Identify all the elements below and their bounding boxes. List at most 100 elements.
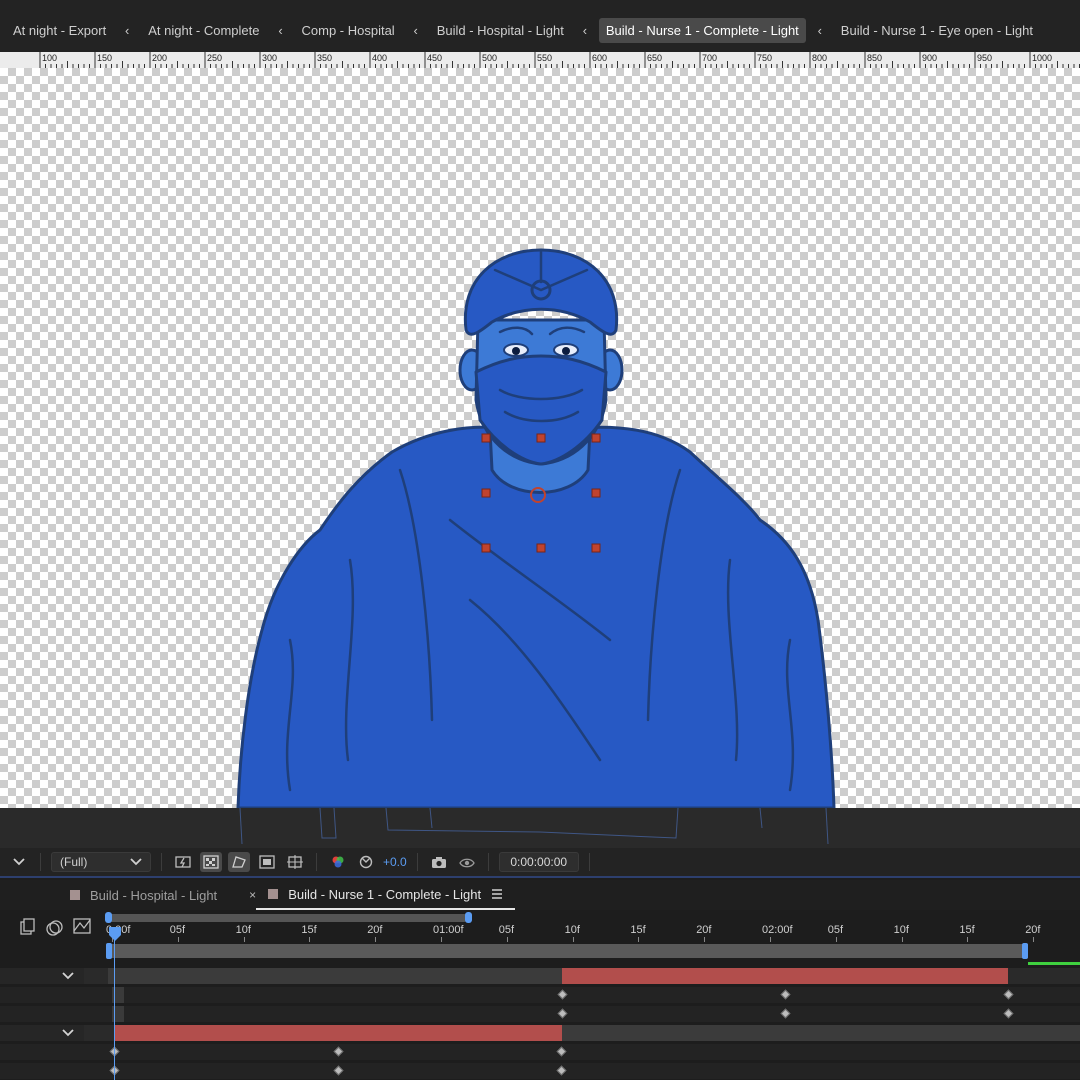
property-row[interactable]	[0, 1006, 1080, 1022]
breadcrumb-comp-hospital[interactable]: Comp - Hospital	[295, 18, 402, 43]
render-status-line	[1028, 962, 1080, 965]
toolbar-divider	[487, 853, 489, 871]
timeline-ruler-tick	[967, 937, 969, 942]
ruler-label: 450	[427, 53, 442, 63]
timeline-ruler-tick	[441, 937, 442, 942]
time-navigator-start-handle[interactable]	[105, 912, 112, 923]
layer-duration-bar-empty[interactable]	[108, 968, 562, 984]
keyframe[interactable]	[780, 989, 791, 1000]
layer-duration-bar[interactable]	[562, 968, 1008, 984]
work-area-start-handle[interactable]	[106, 943, 112, 959]
region-of-interest-icon[interactable]	[256, 852, 278, 872]
work-area-bar[interactable]	[108, 944, 1028, 958]
layer-row[interactable]	[0, 968, 1080, 984]
property-row[interactable]	[0, 987, 1080, 1003]
timeline-ruler-label: 10f	[893, 924, 909, 936]
timeline-ruler-label: 01:00f	[433, 924, 464, 936]
reset-exposure-icon[interactable]	[355, 852, 377, 872]
tab-label: Build - Nurse 1 - Complete - Light	[288, 886, 482, 902]
show-snapshot-icon[interactable]	[456, 852, 478, 872]
exposure-value[interactable]: +0.0	[383, 855, 407, 869]
keyframe[interactable]	[333, 1065, 344, 1076]
ruler-label: 700	[702, 53, 717, 63]
keyframe[interactable]	[1003, 989, 1014, 1000]
timeline-ruler-label: 20f	[1025, 924, 1041, 936]
ruler-label: 600	[592, 53, 607, 63]
timeline-ruler-label: 15f	[959, 924, 975, 936]
ruler-label: 650	[647, 53, 662, 63]
timeline-tab-bar: Build - Hospital - Light × Build - Nurse…	[0, 880, 1080, 910]
breadcrumb-build-hospital-light[interactable]: Build - Hospital - Light	[430, 18, 571, 43]
toolbar-divider	[416, 853, 418, 871]
timeline-ruler-label: 10f	[564, 924, 580, 936]
hamburger-menu-icon[interactable]	[491, 889, 503, 899]
chevron-down-icon[interactable]	[8, 852, 30, 872]
keyframe[interactable]	[557, 1008, 568, 1019]
timeline-ruler-tick	[901, 937, 903, 942]
work-area-end-handle[interactable]	[1022, 943, 1028, 959]
keyframe[interactable]	[557, 989, 568, 1000]
playhead-handle-icon[interactable]	[108, 926, 122, 942]
property-row[interactable]	[0, 1063, 1080, 1079]
timeline-ruler-tick	[835, 937, 837, 942]
toolbar-divider	[40, 853, 41, 871]
timeline-ruler-tick	[1033, 937, 1035, 942]
timeline-ruler-tick	[506, 937, 508, 942]
ruler-label: 400	[372, 53, 387, 63]
timeline-ruler-label: 20f	[367, 924, 383, 936]
ruler-label: 100	[42, 53, 57, 63]
keyframe[interactable]	[556, 1065, 567, 1076]
ruler-label: 300	[262, 53, 277, 63]
ruler-label: 500	[482, 53, 497, 63]
transparency-grid-icon[interactable]	[200, 852, 222, 872]
mask-visibility-icon[interactable]	[228, 852, 250, 872]
timeline-ruler[interactable]: 0:00f05f10f15f20f01:00f05f10f15f20f02:00…	[0, 924, 1080, 942]
channel-rgb-icon[interactable]	[327, 852, 349, 872]
property-row[interactable]	[0, 1044, 1080, 1060]
toolbar-divider	[316, 853, 317, 871]
tab-build-nurse-complete-light[interactable]: Build - Nurse 1 - Complete - Light	[256, 880, 516, 910]
close-icon[interactable]: ×	[249, 888, 256, 902]
keyframe[interactable]	[1003, 1008, 1014, 1019]
ruler-label: 800	[812, 53, 827, 63]
keyframe[interactable]	[556, 1046, 567, 1057]
timeline-ruler-tick	[243, 937, 245, 942]
pasteboard-area	[0, 808, 1080, 848]
time-navigator-end-handle[interactable]	[465, 912, 472, 923]
layer-row[interactable]	[0, 1025, 1080, 1041]
ruler-label: 350	[317, 53, 332, 63]
tab-build-hospital-light[interactable]: Build - Hospital - Light	[58, 880, 229, 910]
breadcrumb-at-night-export[interactable]: At night - Export	[6, 18, 113, 43]
comp-color-swatch	[70, 890, 80, 900]
ruler-label: 1000	[1032, 53, 1052, 63]
ruler-ticks: 100 150 200 250 300 350 400 450 500 550 600 650 700 7…	[39, 52, 1080, 68]
chevron-down-icon[interactable]	[61, 1028, 75, 1038]
camera-snapshot-icon[interactable]	[428, 852, 450, 872]
timeline-panel[interactable]: 0:00f05f10f15f20f01:00f05f10f15f20f02:00…	[0, 910, 1080, 1080]
horizontal-ruler: 100 150 200 250 300 350 400 450 500 550 600 650 700 7…	[0, 52, 1080, 68]
tab-label: Build - Hospital - Light	[90, 887, 218, 903]
timeline-ruler-tick	[177, 937, 179, 942]
ruler-label: 150	[97, 53, 112, 63]
breadcrumb-at-night-complete[interactable]: At night - Complete	[141, 18, 266, 43]
ruler-label: 250	[207, 53, 222, 63]
keyframe[interactable]	[780, 1008, 791, 1019]
timeline-ruler-label: 20f	[696, 924, 712, 936]
time-navigator-bar[interactable]	[108, 914, 468, 922]
composition-viewer[interactable]	[0, 68, 1080, 808]
keyframe[interactable]	[333, 1046, 344, 1057]
timeline-ruler-tick	[375, 937, 377, 942]
chevron-down-icon[interactable]	[61, 971, 75, 981]
grid-guides-icon[interactable]	[284, 852, 306, 872]
layer-duration-bar[interactable]	[114, 1025, 562, 1041]
toolbar-divider	[588, 853, 590, 871]
timeline-ruler-label: 05f	[498, 924, 515, 936]
timeline-ruler-tick	[770, 937, 771, 942]
timeline-ruler-label: 15f	[301, 924, 317, 936]
layer-duration-bar-empty[interactable]	[562, 1025, 1080, 1041]
resolution-dropdown[interactable]: (Full)	[51, 852, 151, 872]
breadcrumb-build-nurse-eye-open-light[interactable]: Build - Nurse 1 - Eye open - Light	[834, 18, 1040, 43]
breadcrumb-build-nurse-complete-light[interactable]: Build - Nurse 1 - Complete - Light	[598, 17, 806, 43]
fast-previews-icon[interactable]	[172, 852, 194, 872]
current-time-display[interactable]: 0:00:00:00	[498, 852, 579, 872]
